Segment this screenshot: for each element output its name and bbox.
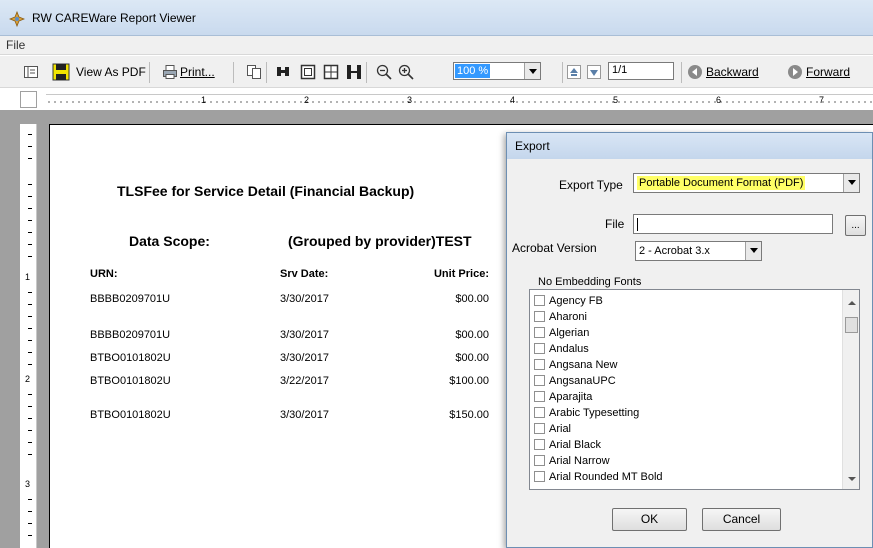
horizontal-ruler: 1 2 3 4 5 6 7 bbox=[46, 94, 873, 108]
scroll-up-icon[interactable] bbox=[848, 301, 856, 305]
table-cell: BTBO0101802U bbox=[90, 375, 171, 387]
menu-bar: File bbox=[0, 36, 873, 55]
acrobat-version-value: 2 - Acrobat 3.x bbox=[639, 245, 710, 257]
page-number-field[interactable]: 1/1 bbox=[608, 62, 674, 80]
list-item[interactable]: Algerian bbox=[534, 326, 589, 339]
checkbox[interactable] bbox=[534, 375, 545, 386]
table-cell: $00.00 bbox=[455, 352, 489, 364]
table-cell: $100.00 bbox=[449, 375, 489, 387]
view-as-pdf-button[interactable]: View As PDF bbox=[76, 62, 146, 82]
zoom-select[interactable]: 100 % bbox=[453, 62, 541, 80]
scroll-thumb[interactable] bbox=[845, 317, 858, 333]
list-item[interactable]: Arial Rounded MT Bold bbox=[534, 470, 663, 483]
chevron-down-icon[interactable] bbox=[745, 242, 761, 260]
checkbox[interactable] bbox=[534, 407, 545, 418]
no-embedding-fonts-label: No Embedding Fonts bbox=[538, 276, 642, 288]
browse-button[interactable]: ... bbox=[845, 215, 866, 236]
table-cell: 3/30/2017 bbox=[280, 293, 329, 305]
checkbox[interactable] bbox=[534, 391, 545, 402]
checkbox[interactable] bbox=[534, 359, 545, 370]
chevron-down-icon[interactable] bbox=[524, 63, 540, 79]
zoom-in-icon[interactable] bbox=[398, 64, 414, 80]
export-type-value: Portable Document Format (PDF) bbox=[637, 176, 806, 190]
font-list-scrollbar[interactable] bbox=[842, 290, 859, 489]
list-item[interactable]: Aparajita bbox=[534, 390, 592, 403]
checkbox[interactable] bbox=[534, 439, 545, 450]
back-arrow-icon[interactable] bbox=[687, 64, 703, 80]
vertical-ruler: 1 2 3 bbox=[20, 124, 37, 548]
table-cell: BBBB0209701U bbox=[90, 293, 171, 305]
data-scope-label: Data Scope: bbox=[129, 233, 210, 249]
multi-page-icon[interactable] bbox=[323, 64, 339, 80]
table-cell: 3/22/2017 bbox=[280, 375, 329, 387]
list-item[interactable]: Agency FB bbox=[534, 294, 603, 307]
checkbox[interactable] bbox=[534, 423, 545, 434]
report-title: TLSFee for Service Detail (Financial Bac… bbox=[117, 183, 415, 199]
copy-icon[interactable] bbox=[246, 64, 262, 80]
checkbox[interactable] bbox=[534, 471, 545, 482]
column-header-urn: URN: bbox=[90, 268, 118, 280]
table-cell: $00.00 bbox=[455, 293, 489, 305]
checkbox[interactable] bbox=[534, 311, 545, 322]
cancel-button[interactable]: Cancel bbox=[702, 508, 781, 531]
table-cell: 3/30/2017 bbox=[280, 329, 329, 341]
table-cell: 3/30/2017 bbox=[280, 352, 329, 364]
chevron-down-icon[interactable] bbox=[843, 174, 859, 192]
list-item[interactable]: Andalus bbox=[534, 342, 589, 355]
table-cell: 3/30/2017 bbox=[280, 409, 329, 421]
zoom-out-icon[interactable] bbox=[376, 64, 392, 80]
zoom-value: 100 % bbox=[455, 64, 491, 78]
checkbox[interactable] bbox=[534, 455, 545, 466]
column-header-srv-date: Srv Date: bbox=[280, 268, 329, 280]
checkbox[interactable] bbox=[534, 295, 545, 306]
app-icon bbox=[9, 11, 25, 27]
next-page-icon[interactable] bbox=[586, 64, 602, 80]
find-icon[interactable] bbox=[275, 64, 291, 80]
checkbox[interactable] bbox=[534, 343, 545, 354]
first-page-icon[interactable] bbox=[566, 64, 582, 80]
page-width-icon[interactable] bbox=[346, 64, 362, 80]
table-cell: BTBO0101802U bbox=[90, 409, 171, 421]
ok-button[interactable]: OK bbox=[612, 508, 687, 531]
list-item[interactable]: Arial bbox=[534, 422, 571, 435]
list-item[interactable]: AngsanaUPC bbox=[534, 374, 616, 387]
checkbox[interactable] bbox=[534, 327, 545, 338]
backward-button[interactable]: Backward bbox=[706, 62, 759, 82]
export-dialog-title-bar[interactable]: Export bbox=[507, 133, 872, 159]
file-label: File bbox=[605, 217, 625, 231]
forward-arrow-icon[interactable] bbox=[787, 64, 803, 80]
table-cell: BBBB0209701U bbox=[90, 329, 171, 341]
table-cell: $150.00 bbox=[449, 409, 489, 421]
printer-icon[interactable] bbox=[162, 64, 178, 80]
acrobat-version-select[interactable]: 2 - Acrobat 3.x bbox=[635, 241, 762, 261]
table-cell: BTBO0101802U bbox=[90, 352, 171, 364]
acrobat-version-label: Acrobat Version bbox=[512, 241, 597, 255]
toolbar: View As PDF Print... Backward Forward bbox=[0, 56, 873, 88]
forward-button[interactable]: Forward bbox=[806, 62, 850, 82]
export-type-label: Export Type bbox=[559, 178, 623, 192]
font-list[interactable]: Agency FB Aharoni Algerian Andalus Angsa… bbox=[529, 289, 860, 490]
save-icon[interactable] bbox=[51, 62, 71, 82]
column-header-unit-price: Unit Price: bbox=[433, 268, 489, 280]
print-button[interactable]: Print... bbox=[180, 62, 215, 82]
export-dialog-title: Export bbox=[515, 139, 550, 153]
list-item[interactable]: Arial Narrow bbox=[534, 454, 610, 467]
single-page-icon[interactable] bbox=[300, 64, 316, 80]
window-title: RW CAREWare Report Viewer bbox=[32, 11, 196, 25]
data-scope-value: (Grouped by provider)TEST bbox=[288, 233, 472, 249]
list-item[interactable]: Arabic Typesetting bbox=[534, 406, 639, 419]
title-bar: RW CAREWare Report Viewer bbox=[0, 0, 873, 36]
list-item[interactable]: Arial Black bbox=[534, 438, 601, 451]
ruler-corner bbox=[20, 91, 37, 108]
scroll-down-icon[interactable] bbox=[848, 477, 856, 481]
list-item[interactable]: Aharoni bbox=[534, 310, 587, 323]
menu-file[interactable]: File bbox=[6, 38, 25, 52]
file-input[interactable] bbox=[633, 214, 833, 234]
export-type-select[interactable]: Portable Document Format (PDF) bbox=[633, 173, 860, 193]
table-cell: $00.00 bbox=[455, 329, 489, 341]
toggle-tree-icon[interactable] bbox=[23, 64, 39, 80]
list-item[interactable]: Angsana New bbox=[534, 358, 618, 371]
